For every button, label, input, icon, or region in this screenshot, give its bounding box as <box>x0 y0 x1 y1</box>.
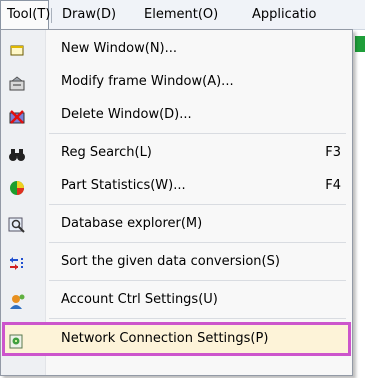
menu-item-sort-data-conversion[interactable]: Sort the given data conversion(S) <box>2 246 351 277</box>
menubar-separator <box>51 8 52 23</box>
menu-separator <box>49 204 346 205</box>
menu-item-modify-frame-window[interactable]: Modify frame Window(A)... <box>2 66 351 97</box>
menu-item-label: Modify frame Window(A)... <box>61 74 234 89</box>
menu-separator <box>49 133 346 134</box>
menu-separator <box>49 318 346 319</box>
menu-item-label: Part Statistics(W)... <box>61 178 186 193</box>
menu-draw-label: Draw(D) <box>62 7 117 22</box>
menu-item-reg-search[interactable]: Reg Search(L) F3 <box>2 137 351 168</box>
binoculars-icon <box>8 144 26 161</box>
menu-separator <box>49 280 346 281</box>
menu-separator <box>49 242 346 243</box>
menu-draw[interactable]: Draw(D) <box>56 0 122 30</box>
tool-dropdown-menu: New Window(N)... Modify frame Window(A).… <box>0 29 353 376</box>
menu-application-label: Applicatio <box>252 7 317 22</box>
menu-item-database-explorer[interactable]: Database explorer(M) <box>2 208 351 239</box>
database-search-icon <box>8 215 26 233</box>
menu-item-new-window[interactable]: New Window(N)... <box>2 33 351 64</box>
menu-item-delete-window[interactable]: Delete Window(D)... <box>2 99 351 130</box>
sort-arrows-icon <box>8 253 26 270</box>
background-window-fragment <box>355 36 365 52</box>
delete-window-icon <box>8 106 26 124</box>
menu-item-label: Account Ctrl Settings(U) <box>61 292 218 307</box>
menu-item-label: Database explorer(M) <box>61 216 203 231</box>
network-settings-icon <box>8 330 26 349</box>
menu-item-shortcut: F3 <box>325 145 341 160</box>
modify-frame-icon <box>8 73 26 91</box>
menu-item-label: Reg Search(L) <box>61 145 152 160</box>
account-settings-icon <box>8 291 26 309</box>
menu-tool-label: Tool(T) <box>7 7 51 22</box>
menu-item-account-ctrl-settings[interactable]: Account Ctrl Settings(U) <box>2 284 351 315</box>
menu-bar: Tool(T) Draw(D) Element(O) Applicatio <box>0 0 365 31</box>
menu-element[interactable]: Element(O) <box>138 0 224 30</box>
menu-element-label: Element(O) <box>144 7 219 22</box>
menu-item-network-connection-settings[interactable]: Network Connection Settings(P) <box>2 322 351 356</box>
menu-tool[interactable]: Tool(T) <box>0 0 51 31</box>
menu-item-label: Sort the given data conversion(S) <box>61 254 280 269</box>
menu-application[interactable]: Applicatio <box>246 0 322 30</box>
menu-item-shortcut: F4 <box>325 178 341 193</box>
menu-item-label: Delete Window(D)... <box>61 107 192 122</box>
menu-item-label: New Window(N)... <box>61 41 178 56</box>
new-window-icon <box>8 40 26 57</box>
pie-chart-icon <box>8 177 26 195</box>
menu-item-part-statistics[interactable]: Part Statistics(W)... F4 <box>2 170 351 201</box>
menu-item-label: Network Connection Settings(P) <box>61 331 269 346</box>
